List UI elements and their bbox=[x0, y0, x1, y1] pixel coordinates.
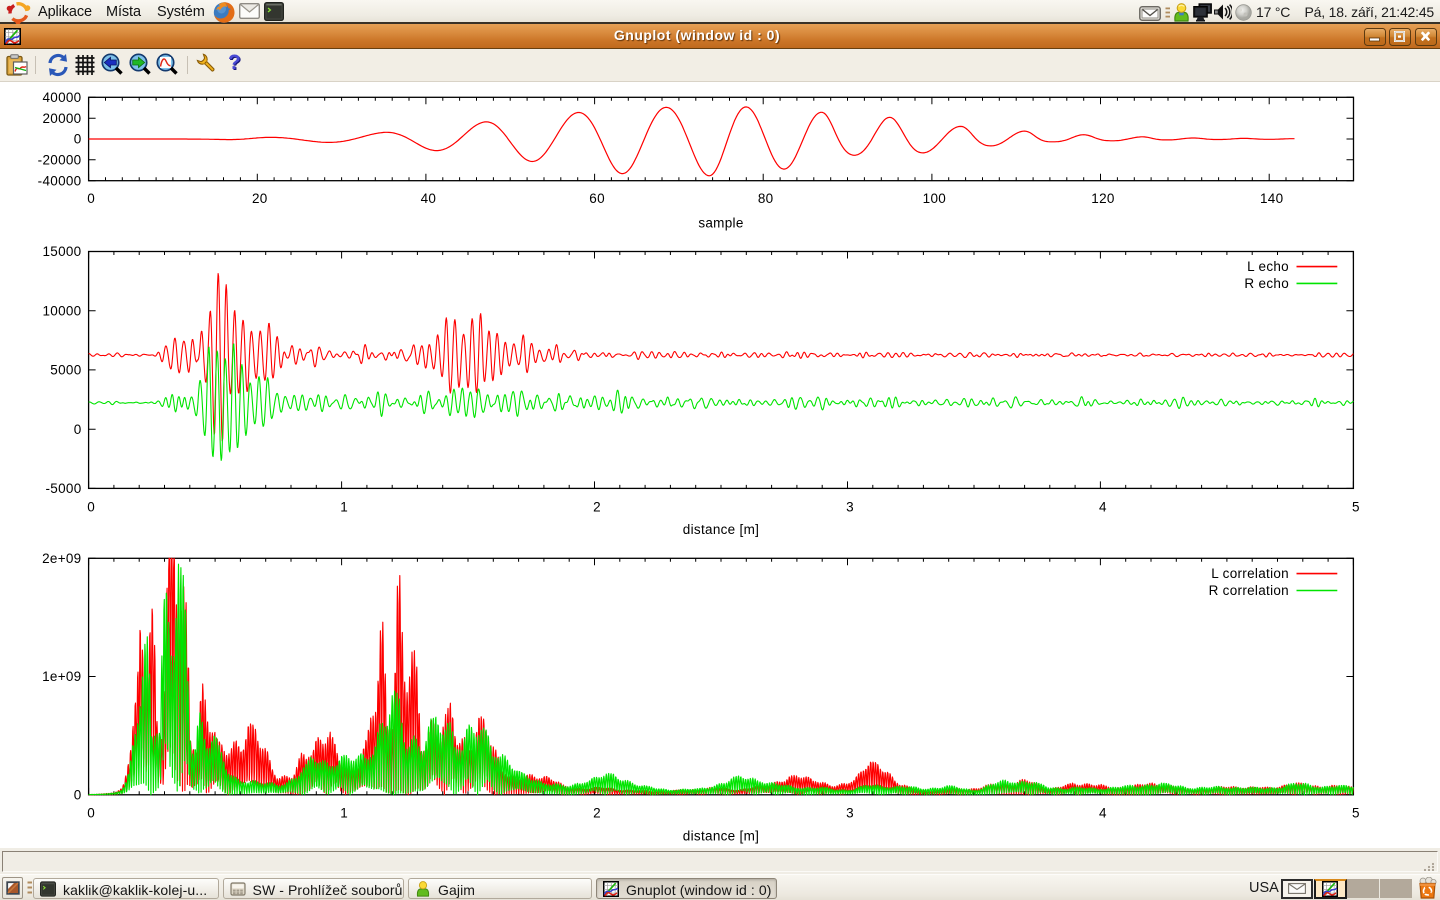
svg-text:40: 40 bbox=[421, 191, 437, 206]
svg-text:20000: 20000 bbox=[42, 111, 81, 126]
svg-text:distance [m]: distance [m] bbox=[683, 829, 759, 844]
svg-text:-20000: -20000 bbox=[38, 153, 82, 168]
svg-text:0: 0 bbox=[74, 422, 82, 437]
svg-text:R correlation: R correlation bbox=[1209, 583, 1289, 598]
svg-text:10000: 10000 bbox=[42, 303, 81, 318]
svg-text:4: 4 bbox=[1099, 500, 1107, 515]
svg-text:0: 0 bbox=[87, 500, 95, 515]
svg-text:5000: 5000 bbox=[50, 363, 81, 378]
svg-text:-5000: -5000 bbox=[45, 481, 81, 496]
svg-text:2e+09: 2e+09 bbox=[42, 551, 81, 566]
svg-text:L echo: L echo bbox=[1247, 259, 1289, 274]
svg-text:40000: 40000 bbox=[42, 90, 81, 105]
svg-text:0: 0 bbox=[74, 132, 82, 147]
svg-text:L correlation: L correlation bbox=[1211, 566, 1289, 581]
svg-text:5: 5 bbox=[1352, 500, 1360, 515]
svg-text:2: 2 bbox=[593, 806, 601, 821]
svg-text:80: 80 bbox=[758, 191, 774, 206]
svg-text:100: 100 bbox=[923, 191, 946, 206]
svg-text:5: 5 bbox=[1352, 806, 1360, 821]
svg-text:15000: 15000 bbox=[42, 244, 81, 259]
svg-text:20: 20 bbox=[252, 191, 268, 206]
svg-text:4: 4 bbox=[1099, 806, 1107, 821]
svg-text:140: 140 bbox=[1260, 191, 1283, 206]
svg-text:1: 1 bbox=[340, 806, 348, 821]
svg-text:3: 3 bbox=[846, 806, 854, 821]
svg-text:120: 120 bbox=[1091, 191, 1114, 206]
svg-text:3: 3 bbox=[846, 500, 854, 515]
svg-text:1: 1 bbox=[340, 500, 348, 515]
svg-text:distance [m]: distance [m] bbox=[683, 522, 759, 537]
svg-text:sample: sample bbox=[698, 216, 743, 231]
svg-text:R echo: R echo bbox=[1244, 276, 1289, 291]
svg-text:2: 2 bbox=[593, 500, 601, 515]
svg-text:60: 60 bbox=[589, 191, 605, 206]
svg-text:0: 0 bbox=[87, 806, 95, 821]
svg-text:-40000: -40000 bbox=[38, 173, 82, 188]
svg-text:0: 0 bbox=[87, 191, 95, 206]
svg-text:1e+09: 1e+09 bbox=[42, 669, 81, 684]
svg-text:0: 0 bbox=[74, 788, 82, 803]
